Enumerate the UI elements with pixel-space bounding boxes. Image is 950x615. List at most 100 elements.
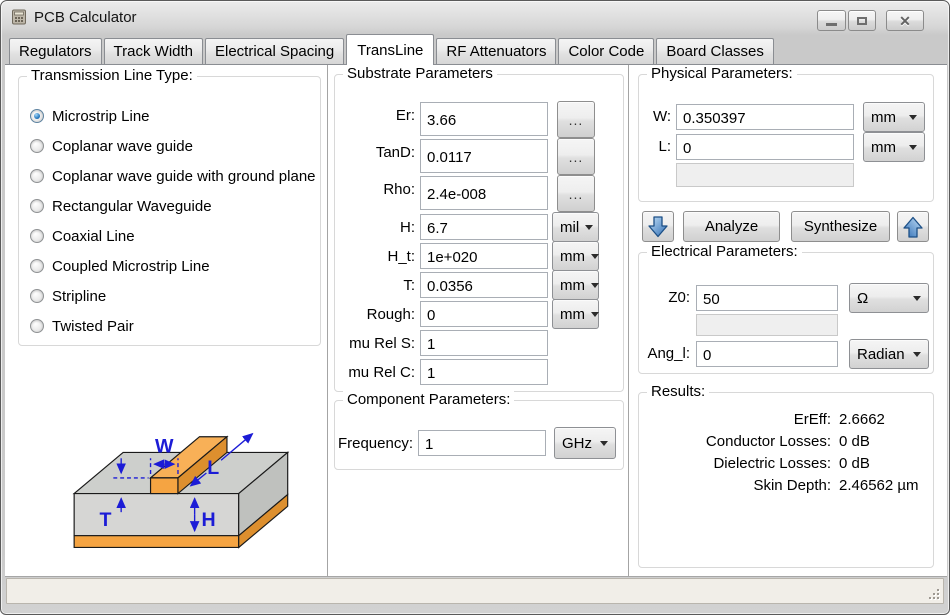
chevron-down-icon: [600, 441, 608, 446]
analyze-button[interactable]: Analyze: [683, 211, 780, 242]
resize-grip[interactable]: [927, 587, 941, 601]
frequency-unit-select[interactable]: GHz: [554, 427, 616, 459]
diagram-label-h: H: [201, 509, 215, 531]
radio-rectangular-waveguide[interactable]: Rectangular Waveguide: [19, 191, 320, 221]
ang-l-label: Ang_l:: [639, 345, 690, 362]
radio-twisted-pair[interactable]: Twisted Pair: [19, 311, 320, 341]
tand-input[interactable]: [420, 139, 548, 173]
tab-board-classes[interactable]: Board Classes: [656, 38, 774, 64]
ht-unit-select[interactable]: mm: [552, 241, 599, 271]
radio-icon: [30, 229, 44, 243]
diagram-label-l: L: [207, 457, 219, 479]
copy-up-button[interactable]: [897, 211, 929, 242]
radio-microstrip-line[interactable]: Microstrip Line: [19, 101, 320, 131]
result-conductor-losses: Conductor Losses:0 dB: [639, 433, 870, 450]
titlebar[interactable]: PCB Calculator ✕: [2, 2, 948, 32]
chevron-down-icon: [591, 254, 599, 259]
er-input[interactable]: [420, 102, 548, 136]
result-dielectric-losses: Dielectric Losses:0 dB: [639, 455, 870, 472]
w-input[interactable]: [676, 104, 854, 130]
radio-coplanar-wave-guide-ground-plane[interactable]: Coplanar wave guide with ground plane: [19, 161, 320, 191]
tab-regulators[interactable]: Regulators: [9, 38, 102, 64]
blue-up-arrow-icon: [902, 215, 924, 239]
l-label: L:: [645, 138, 671, 155]
w-unit-select[interactable]: mm: [863, 102, 925, 132]
splitter-sash-left[interactable]: [327, 65, 328, 576]
z0-unit-select[interactable]: Ω: [849, 283, 929, 313]
tab-rf-attenuators[interactable]: RF Attenuators: [436, 38, 556, 64]
frequency-input[interactable]: [418, 430, 546, 456]
physical-parameters-group: Physical Parameters: W: mm L: mm: [638, 74, 934, 202]
rho-input[interactable]: [420, 176, 548, 210]
rough-unit-select[interactable]: mm: [552, 299, 599, 329]
h-unit-select[interactable]: mil: [552, 212, 599, 242]
substrate-row-rough: Rough: mm: [335, 301, 623, 327]
h-input[interactable]: [420, 214, 548, 240]
electrical-parameters-title: Electrical Parameters:: [647, 243, 802, 260]
tab-color-code[interactable]: Color Code: [558, 38, 654, 64]
electrical-parameters-group: Electrical Parameters: Z0: Ω Ang_l: Radi…: [638, 252, 934, 374]
tab-electrical-spacing[interactable]: Electrical Spacing: [205, 38, 344, 64]
substrate-row-mu-rel-c: mu Rel C:: [335, 359, 623, 385]
diagram-label-w: W: [155, 435, 174, 457]
substrate-row-rho: Rho: ...: [335, 176, 623, 210]
t-input[interactable]: [420, 272, 548, 298]
radio-coupled-microstrip-line[interactable]: Coupled Microstrip Line: [19, 251, 320, 281]
radio-icon: [30, 169, 44, 183]
t-unit-select[interactable]: mm: [552, 270, 599, 300]
rough-input[interactable]: [420, 301, 548, 327]
maximize-icon: [857, 17, 867, 25]
substrate-row-tand: TanD: ...: [335, 139, 623, 173]
substrate-row-ht: H_t: mm: [335, 243, 623, 269]
substrate-parameters-group: Substrate Parameters Er: ... TanD: ... R…: [334, 74, 624, 392]
radio-icon: [30, 139, 44, 153]
maximize-button[interactable]: [848, 10, 876, 31]
radio-icon: [30, 289, 44, 303]
close-icon: ✕: [899, 14, 911, 28]
radio-coaxial-line[interactable]: Coaxial Line: [19, 221, 320, 251]
chevron-down-icon: [909, 115, 917, 120]
chevron-down-icon: [591, 283, 599, 288]
mu-rel-c-input[interactable]: [420, 359, 548, 385]
chevron-down-icon: [913, 296, 921, 301]
radio-stripline[interactable]: Stripline: [19, 281, 320, 311]
results-group: Results: ErEff:2.6662 Conductor Losses:0…: [638, 392, 934, 568]
chevron-down-icon: [591, 312, 599, 317]
synthesize-button[interactable]: Synthesize: [791, 211, 890, 242]
ht-input[interactable]: [420, 243, 548, 269]
rho-more-button[interactable]: ...: [557, 175, 595, 212]
w-label: W:: [645, 108, 671, 125]
chevron-down-icon: [913, 352, 921, 357]
ang-l-unit-select[interactable]: Radian: [849, 339, 929, 369]
transline-page: Transmission Line Type: Microstrip Line …: [5, 64, 947, 577]
substrate-row-t: T: mm: [335, 272, 623, 298]
er-more-button[interactable]: ...: [557, 101, 595, 138]
substrate-parameters-title: Substrate Parameters: [343, 65, 497, 82]
tand-more-button[interactable]: ...: [557, 138, 595, 175]
ang-l-input[interactable]: [696, 341, 838, 367]
window-controls: ✕: [817, 10, 924, 31]
microstrip-diagram: W L T H: [63, 376, 291, 568]
diagram-label-t: T: [100, 509, 112, 531]
tab-track-width[interactable]: Track Width: [104, 38, 203, 64]
radio-icon: [30, 199, 44, 213]
minimize-button[interactable]: [817, 10, 846, 31]
z0-input[interactable]: [696, 285, 838, 311]
mu-rel-s-input[interactable]: [420, 330, 548, 356]
copy-down-button[interactable]: [642, 211, 674, 242]
physical-readonly-field: [676, 163, 854, 187]
minimize-icon: [826, 23, 837, 26]
radio-coplanar-wave-guide[interactable]: Coplanar wave guide: [19, 131, 320, 161]
substrate-row-mu-rel-s: mu Rel S:: [335, 330, 623, 356]
result-ereff: ErEff:2.6662: [639, 411, 885, 428]
tab-bar: Regulators Track Width Electrical Spacin…: [9, 34, 776, 65]
splitter-sash-right[interactable]: [628, 65, 629, 576]
close-button[interactable]: ✕: [886, 10, 924, 31]
l-input[interactable]: [676, 134, 854, 160]
transmission-line-type-group: Transmission Line Type: Microstrip Line …: [18, 76, 321, 346]
calculator-app-icon: [11, 9, 27, 25]
l-unit-select[interactable]: mm: [863, 132, 925, 162]
results-title: Results:: [647, 383, 709, 400]
tab-transline[interactable]: TransLine: [346, 34, 434, 65]
pcb-calculator-window: PCB Calculator ✕ Regulators Track Width …: [0, 0, 950, 615]
